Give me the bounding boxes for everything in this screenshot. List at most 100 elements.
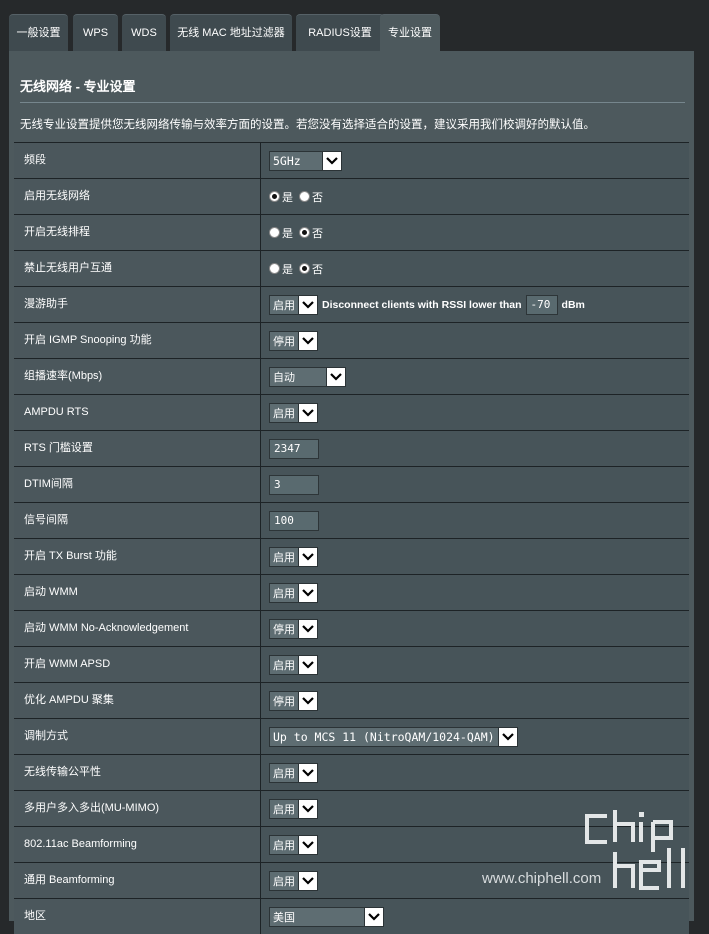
title-divider	[20, 102, 685, 103]
settings-panel: 无线网络 - 专业设置 无线专业设置提供您无线网络传输与效率方面的设置。若您没有…	[9, 51, 694, 934]
setting-value: 是否	[261, 215, 689, 250]
setting-row-11: 开启 TX Burst 功能 启用	[14, 538, 689, 574]
tab-wds[interactable]: WDS	[122, 14, 166, 51]
setting-label: 组播速率(Mbps)	[14, 359, 261, 394]
setting-label: 启用无线网络	[14, 179, 261, 214]
select-value: 启用	[270, 295, 298, 314]
select-value: 启用	[270, 871, 298, 890]
setting-row-21: 地区 美国	[14, 898, 689, 934]
chevron-down-icon	[322, 151, 341, 170]
radio-button[interactable]	[269, 191, 280, 202]
setting-label: 启动 WMM No-Acknowledgement	[14, 611, 261, 646]
tab-radius[interactable]: RADIUS设置	[296, 14, 384, 51]
radio-option[interactable]: 否	[299, 261, 323, 277]
setting-row-15: 优化 AMPDU 聚集 停用	[14, 682, 689, 718]
setting-row-14: 开启 WMM APSD 启用	[14, 646, 689, 682]
chevron-down-icon	[298, 403, 317, 422]
setting-row-7: AMPDU RTS 启用	[14, 394, 689, 430]
radio-button[interactable]	[299, 263, 310, 274]
dropdown-select[interactable]: 启用	[269, 654, 318, 675]
dropdown-select[interactable]: 停用	[269, 690, 318, 711]
dropdown-select[interactable]: 启用	[269, 294, 318, 315]
setting-value: 5GHz	[261, 143, 689, 178]
setting-value: 启用	[261, 575, 689, 610]
setting-row-3: 禁止无线用户互通 是否	[14, 250, 689, 286]
chiphell-logo	[583, 808, 695, 897]
setting-label: 开启 TX Burst 功能	[14, 539, 261, 574]
select-value: 启用	[270, 835, 298, 854]
text-input[interactable]: 3	[269, 474, 319, 495]
chevron-down-icon	[298, 619, 317, 638]
setting-label: 优化 AMPDU 聚集	[14, 683, 261, 718]
dropdown-select[interactable]: 启用	[269, 582, 318, 603]
select-value: 启用	[270, 403, 298, 422]
dropdown-select[interactable]: 停用	[269, 330, 318, 351]
setting-label: 开启无线排程	[14, 215, 261, 250]
dropdown-select[interactable]: 停用	[269, 618, 318, 639]
radio-label: 否	[312, 227, 323, 240]
tab-professional[interactable]: 专业设置	[380, 14, 440, 53]
setting-value: 启用	[261, 755, 689, 790]
radio-option[interactable]: 否	[299, 225, 323, 241]
setting-label: DTIM间隔	[14, 467, 261, 502]
setting-value: 3	[261, 467, 689, 502]
tab-wps[interactable]: WPS	[73, 14, 118, 51]
rssi-description: Disconnect clients with RSSI lower than	[322, 298, 522, 311]
radio-label: 是	[282, 263, 293, 276]
chevron-down-icon	[298, 763, 317, 782]
radio-button[interactable]	[269, 227, 280, 238]
setting-value: 启用 Disconnect clients with RSSI lower tha…	[261, 287, 689, 322]
rssi-unit: dBm	[561, 298, 585, 311]
setting-row-12: 启动 WMM 启用	[14, 574, 689, 610]
chevron-down-icon	[298, 835, 317, 854]
setting-value: 自动	[261, 359, 689, 394]
dropdown-select[interactable]: 启用	[269, 402, 318, 423]
radio-button[interactable]	[269, 263, 280, 274]
select-value: 停用	[270, 619, 298, 638]
setting-value: 是否	[261, 179, 689, 214]
setting-label: 无线传输公平性	[14, 755, 261, 790]
setting-value: 停用	[261, 611, 689, 646]
radio-option[interactable]: 是	[269, 189, 293, 205]
dropdown-select[interactable]: 自动	[269, 366, 346, 387]
dropdown-select[interactable]: 启用	[269, 834, 318, 855]
select-value: Up to MCS 11 (NitroQAM/1024-QAM)	[270, 727, 498, 746]
tab-mac-filter[interactable]: 无线 MAC 地址过滤器	[170, 14, 292, 51]
chevron-down-icon	[497, 727, 517, 746]
radio-button[interactable]	[299, 191, 310, 202]
text-input[interactable]: 100	[269, 510, 319, 531]
dropdown-select[interactable]: 启用	[269, 798, 318, 819]
chevron-down-icon	[298, 691, 317, 710]
setting-label: 多用户多入多出(MU-MIMO)	[14, 791, 261, 826]
radio-option[interactable]: 否	[299, 189, 323, 205]
setting-row-8: RTS 门槛设置 2347	[14, 430, 689, 466]
setting-label: AMPDU RTS	[14, 395, 261, 430]
dropdown-select[interactable]: Up to MCS 11 (NitroQAM/1024-QAM)	[269, 726, 518, 747]
setting-row-9: DTIM间隔 3	[14, 466, 689, 502]
rssi-input[interactable]: -70	[525, 294, 558, 315]
chevron-down-icon	[298, 547, 317, 566]
select-value: 启用	[270, 547, 298, 566]
dropdown-select[interactable]: 启用	[269, 762, 318, 783]
dropdown-select[interactable]: 启用	[269, 870, 318, 891]
radio-option[interactable]: 是	[269, 225, 293, 241]
chevron-down-icon	[298, 331, 317, 350]
chevron-down-icon	[298, 295, 317, 314]
text-input[interactable]: 2347	[269, 438, 319, 459]
setting-row-1: 启用无线网络是否	[14, 178, 689, 214]
chevron-down-icon	[326, 367, 345, 386]
radio-option[interactable]: 是	[269, 261, 293, 277]
dropdown-select[interactable]: 5GHz	[269, 150, 342, 171]
dropdown-select[interactable]: 启用	[269, 546, 318, 567]
tab-general[interactable]: 一般设置	[9, 14, 68, 51]
radio-button[interactable]	[299, 227, 310, 238]
setting-row-2: 开启无线排程是否	[14, 214, 689, 250]
select-value: 5GHz	[270, 151, 322, 170]
select-value: 启用	[270, 799, 298, 818]
setting-label: 开启 IGMP Snooping 功能	[14, 323, 261, 358]
chevron-down-icon	[298, 871, 317, 890]
setting-row-13: 启动 WMM No-Acknowledgement 停用	[14, 610, 689, 646]
setting-row-17: 无线传输公平性 启用	[14, 754, 689, 790]
setting-label: 禁止无线用户互通	[14, 251, 261, 286]
setting-label: 通用 Beamforming	[14, 863, 261, 898]
